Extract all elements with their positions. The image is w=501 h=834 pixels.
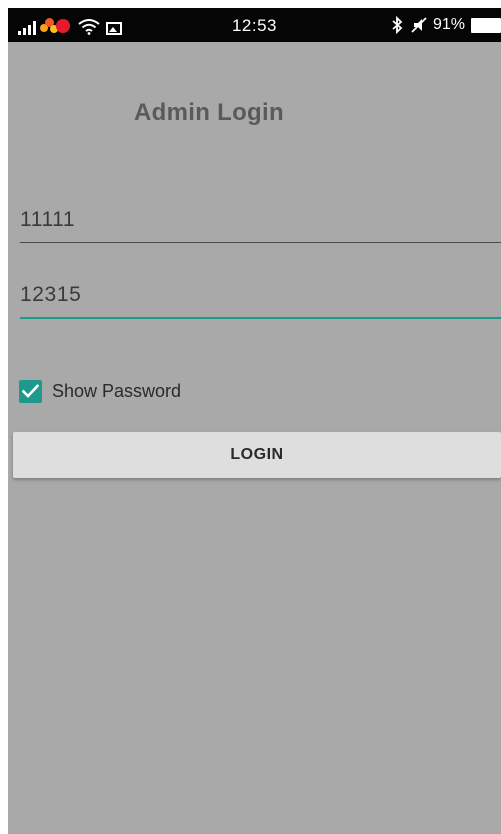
show-password-row[interactable]: Show Password [19, 378, 181, 404]
login-button[interactable]: LOGIN [13, 432, 501, 478]
username-field[interactable]: 11111 [20, 199, 501, 243]
username-value: 11111 [20, 208, 76, 231]
page-title: Admin Login [134, 99, 284, 126]
show-password-label: Show Password [52, 380, 182, 401]
phone-screen: 12:53 91% Admin Login 11111 12315 Show P… [0, 0, 501, 834]
status-right-icons: 91% [389, 16, 501, 34]
battery-icon [471, 17, 501, 33]
mute-icon [411, 17, 427, 33]
bluetooth-icon [392, 16, 403, 34]
checkmark-icon [22, 383, 39, 398]
admin-login-screen: Admin Login 11111 12315 Show Password LO… [8, 42, 501, 834]
battery-percent: 91% [432, 16, 465, 33]
show-password-checkbox[interactable] [19, 379, 42, 403]
status-bar: 12:53 91% [8, 8, 501, 42]
password-value: 12315 [20, 283, 82, 306]
password-field[interactable]: 12315 [20, 275, 501, 319]
